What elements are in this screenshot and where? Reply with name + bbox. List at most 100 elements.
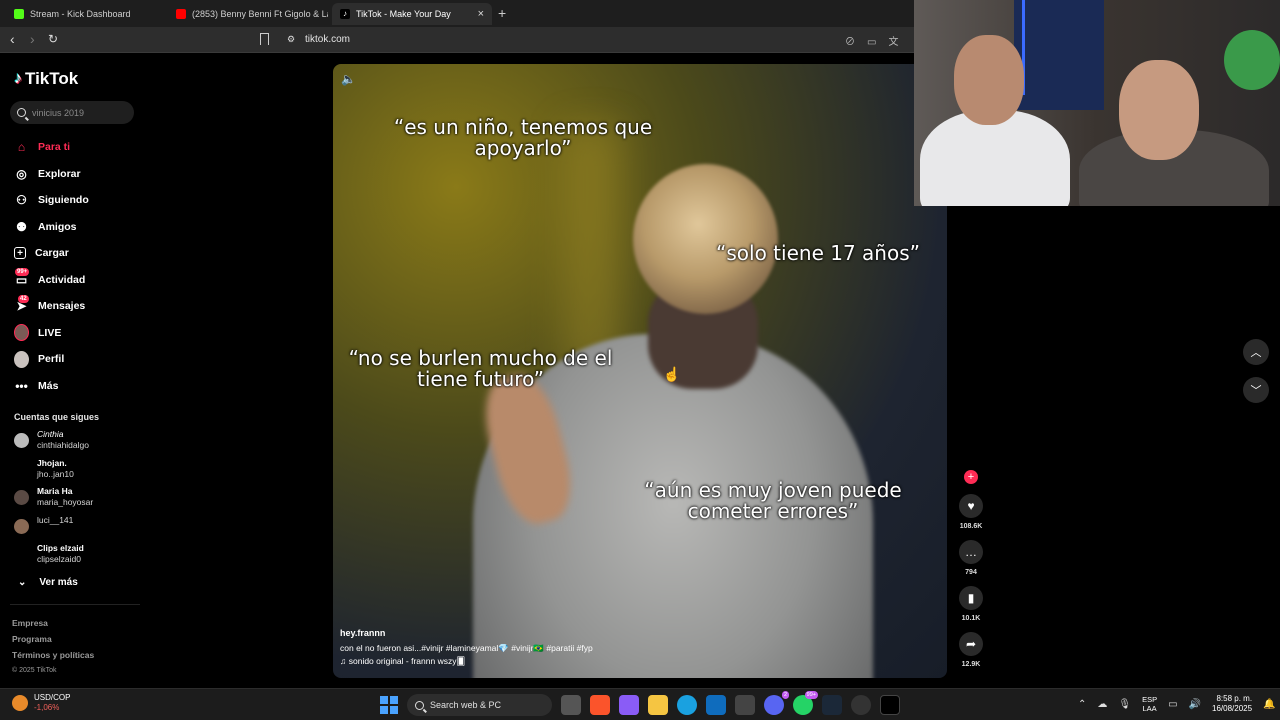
url-field[interactable]: tiktok.com [305, 34, 350, 45]
nav-perfil[interactable]: Perfil [14, 346, 89, 373]
reload-icon[interactable]: ↻ [48, 32, 58, 46]
webcam-overlay [914, 0, 1280, 206]
following-user: cinthiahidalgo [37, 440, 89, 450]
footer-link[interactable]: Programa [12, 631, 94, 647]
speaker-icon[interactable]: 🔊 [1189, 699, 1201, 710]
footer-link[interactable]: Términos y políticas [12, 647, 94, 663]
close-icon[interactable]: × [478, 8, 484, 20]
profile-icon [14, 350, 29, 368]
tab-tiktok[interactable]: ♪ TikTok - Make Your Day × [332, 3, 492, 25]
bookmark-icon[interactable]: ▮ [959, 586, 983, 610]
app-badge: 99+ [804, 691, 818, 699]
following-item[interactable]: Clips elzaid clipselzaid0 [14, 543, 93, 572]
task-view-icon[interactable] [561, 695, 581, 715]
avatar [14, 547, 29, 562]
nav-live[interactable]: LIVE [14, 320, 89, 347]
following-item[interactable]: luci__141 [14, 515, 93, 544]
windows-start-icon[interactable] [380, 696, 398, 714]
heart-icon[interactable]: ♥ [959, 494, 983, 518]
bookmark-icon[interactable] [260, 33, 269, 45]
activity-badge: 99+ [15, 268, 30, 277]
volume-icon[interactable]: 🔈 [341, 72, 356, 86]
outlook-icon[interactable] [706, 695, 726, 715]
site-info-icon[interactable]: ⚙ [287, 34, 295, 45]
live-icon [14, 324, 29, 342]
avatar [14, 461, 29, 477]
video-sound[interactable]: ♫ sonido original - frannn wszy🂠 [340, 656, 465, 667]
video-description: con el no fueron asi...#vinijr #lamineya… [340, 643, 593, 653]
whatsapp-icon[interactable]: 99+ [793, 691, 818, 715]
nav-actividad[interactable]: ▭ 99+ Actividad [14, 267, 89, 294]
ticker-widget[interactable]: USD/COP -1,06% [12, 693, 70, 713]
taskbar-apps: Search web & PC 2 99+ [380, 691, 900, 716]
nav-explorar[interactable]: ◎ Explorar [14, 161, 89, 188]
clock[interactable]: 8:58 p. m. 16/08/2025 [1212, 694, 1252, 714]
shares-count: 12.9K [961, 661, 981, 668]
copilot-icon[interactable] [619, 695, 639, 715]
nav-label: Explorar [38, 167, 81, 180]
edge-icon[interactable] [677, 695, 697, 715]
language-indicator[interactable]: ESP LAA [1142, 695, 1157, 713]
comment-icon[interactable]: … [959, 540, 983, 564]
forward-icon[interactable]: › [30, 31, 35, 47]
tiktok-icon: ♪ [340, 9, 350, 19]
share-icon[interactable]: ➦ [959, 632, 983, 656]
nav-mensajes[interactable]: ➤ 42 Mensajes [14, 293, 89, 320]
tab-kick-dashboard[interactable]: Stream - Kick Dashboard [6, 3, 166, 25]
hand-cursor-icon: ☝ [663, 366, 681, 382]
see-more-button[interactable]: ⌄ Ver más [18, 577, 78, 588]
live-avatar [14, 324, 29, 342]
nav-label: Mensajes [38, 300, 86, 313]
steam-icon[interactable] [822, 695, 842, 715]
following-item[interactable]: Maria Ha maria_hoyosar [14, 486, 93, 515]
search-icon [415, 700, 424, 710]
discord-icon[interactable]: 2 [764, 691, 789, 715]
nav-label: Para ti [38, 141, 71, 154]
main-nav: ⌂ Para ti ◎ Explorar ⚇ Siguiendo ⚉ Amigo… [14, 134, 89, 399]
messages-badge: 42 [18, 294, 29, 303]
footer-link[interactable]: Empresa [12, 615, 94, 631]
avatar [14, 490, 29, 505]
chevron-down-icon[interactable]: ﹀ [1243, 377, 1269, 403]
following-item[interactable]: Jhojan. jho..jan10 [14, 458, 93, 487]
search-input[interactable]: vinicius 2019 [10, 101, 134, 124]
tiktok-logo[interactable]: ♪ TikTok [14, 69, 78, 89]
following-user: luci__141 [37, 514, 74, 525]
taskbar-search[interactable]: Search web & PC [407, 694, 552, 716]
microphone-icon[interactable]: 🎙 [1118, 699, 1131, 710]
obs-icon[interactable] [851, 695, 871, 715]
saves-count: 10.1K [961, 615, 981, 622]
tiktok-app-icon[interactable] [880, 695, 900, 715]
following-user: jho..jan10 [37, 468, 74, 479]
time: 8:58 p. m. [1216, 694, 1253, 703]
nav-siguiendo[interactable]: ⚇ Siguiendo [14, 187, 89, 214]
video-caption: “aún es muy joven puede cometer errores” [644, 478, 902, 523]
tab-youtube[interactable]: (2853) Benny Benni Ft Gigolo & La E [168, 3, 328, 25]
nav-amigos[interactable]: ⚉ Amigos [14, 214, 89, 241]
notification-icon[interactable]: 🔔 [1263, 699, 1275, 710]
store-icon[interactable] [735, 695, 755, 715]
new-tab-button[interactable]: + [498, 5, 506, 21]
tab-title: Stream - Kick Dashboard [30, 9, 131, 19]
back-icon[interactable]: ‹ [10, 31, 15, 47]
video-player[interactable]: 🔈 “es un niño, tenemos que apoyarlo” “so… [333, 64, 947, 678]
nav-cargar[interactable]: + Cargar [14, 240, 89, 267]
chevron-up-icon[interactable]: ⌃ [1078, 699, 1086, 710]
cloud-icon[interactable]: ☁ [1097, 699, 1107, 710]
nav-para-ti[interactable]: ⌂ Para ti [14, 134, 89, 161]
divider [10, 604, 140, 605]
logo-text: TikTok [25, 69, 79, 88]
toolbar-icons[interactable]: ⊘▭文 [845, 33, 910, 48]
following-user: maria_hoyosar [37, 497, 94, 507]
file-explorer-icon[interactable] [648, 695, 668, 715]
video-author[interactable]: hey.frannn [340, 628, 385, 638]
nav-mas[interactable]: ••• Más [14, 373, 89, 400]
chevron-up-icon[interactable]: ︿ [1243, 339, 1269, 365]
webcam-person [1119, 60, 1199, 160]
brave-icon[interactable] [590, 695, 610, 715]
network-icon[interactable]: ▭ [1168, 699, 1177, 710]
nav-label: Amigos [38, 220, 77, 233]
following-item[interactable]: Cinthia cinthiahidalgo [14, 429, 93, 458]
message-icon: ➤ 42 [16, 294, 29, 314]
follow-button[interactable]: + [964, 470, 978, 484]
